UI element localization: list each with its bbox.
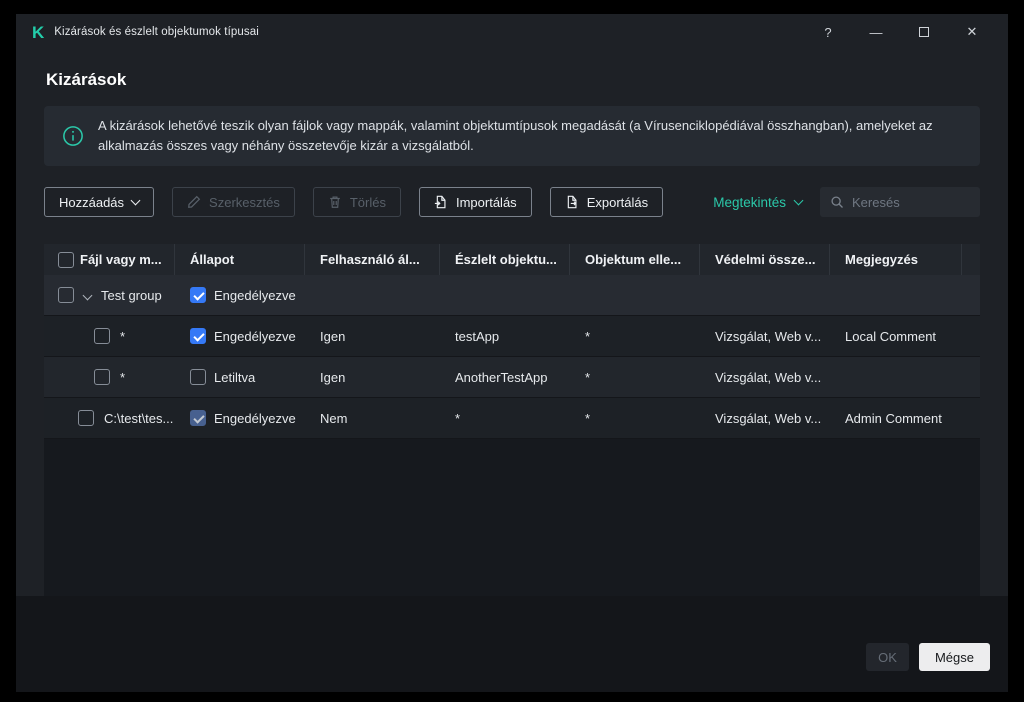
chevron-down-icon[interactable] xyxy=(82,290,93,301)
row-checkbox[interactable] xyxy=(94,369,110,386)
cancel-button[interactable]: Mégse xyxy=(918,643,990,672)
toolbar: Hozzáadás Szerkesztés Törlés Importálás … xyxy=(44,187,980,218)
export-icon xyxy=(567,196,577,209)
info-banner: A kizárások lehetővé teszik olyan fájlok… xyxy=(44,106,980,167)
status-label: Engedélyezve xyxy=(214,328,296,344)
window-title: Kizárások és észlelt objektumok típusai xyxy=(54,26,259,38)
file-cell: * xyxy=(120,328,126,344)
user-cell: Igen xyxy=(320,369,346,385)
dialog-content: Kizárások A kizárások lehetővé teszik ol… xyxy=(16,50,1008,597)
status-label: Letiltva xyxy=(214,369,256,385)
table-row-group[interactable]: Test group Engedélyezve xyxy=(44,275,980,317)
column-header-object-check[interactable]: Objektum elle... xyxy=(570,244,700,276)
row-checkbox[interactable] xyxy=(94,328,110,345)
table-row[interactable]: * Letiltva Igen AnotherTestApp * Vizsgál… xyxy=(44,357,980,399)
protection-cell: Vizsgálat, Web v... xyxy=(715,369,822,385)
title-bar: K Kizárások és észlelt objektumok típusa… xyxy=(16,14,1008,50)
column-header-file[interactable]: Fájl vagy m... xyxy=(80,252,162,267)
exclusions-table: Fájl vagy m... Állapot Felhasználó ál...… xyxy=(44,244,980,597)
export-button[interactable]: Exportálás xyxy=(549,187,664,218)
search-input[interactable] xyxy=(852,194,970,210)
user-cell: Igen xyxy=(320,328,346,344)
dialog-window: K Kizárások és észlelt objektumok típusa… xyxy=(16,14,1008,693)
table-row[interactable]: C:\test\tes... Engedélyezve Nem * * Vizs… xyxy=(44,398,980,440)
search-box[interactable] xyxy=(820,187,980,218)
status-checkbox[interactable] xyxy=(190,410,206,427)
chevron-down-icon xyxy=(793,195,804,206)
help-button[interactable]: ? xyxy=(804,14,852,50)
object-cell: AnotherTestApp xyxy=(455,369,548,385)
table-header: Fájl vagy m... Állapot Felhasználó ál...… xyxy=(44,244,980,276)
column-header-filler xyxy=(962,244,980,275)
maximize-button[interactable] xyxy=(900,14,948,50)
close-button[interactable]: ✕ xyxy=(948,14,996,50)
ok-button[interactable]: OK xyxy=(866,643,909,672)
import-button[interactable]: Importálás xyxy=(418,187,532,218)
column-header-comment[interactable]: Megjegyzés xyxy=(830,244,962,276)
table-empty-area xyxy=(44,439,980,597)
row-checkbox[interactable] xyxy=(58,287,74,304)
object-check-cell: * xyxy=(585,328,591,344)
user-cell: Nem xyxy=(320,410,348,426)
edit-button-label: Szerkesztés xyxy=(209,194,280,210)
status-checkbox[interactable] xyxy=(190,287,206,304)
object-check-cell: * xyxy=(585,369,591,385)
chevron-down-icon xyxy=(130,195,141,206)
status-checkbox[interactable] xyxy=(190,369,206,386)
search-icon xyxy=(831,196,843,209)
column-header-object[interactable]: Észlelt objektu... xyxy=(440,244,570,276)
column-header-user[interactable]: Felhasználó ál... xyxy=(305,244,440,276)
group-name: Test group xyxy=(101,287,162,303)
protection-cell: Vizsgálat, Web v... xyxy=(715,410,822,426)
info-icon xyxy=(62,125,84,147)
trash-icon xyxy=(330,196,340,209)
select-all-checkbox[interactable] xyxy=(58,251,74,268)
protection-cell: Vizsgálat, Web v... xyxy=(715,328,822,344)
edit-button[interactable]: Szerkesztés xyxy=(172,187,295,218)
delete-button[interactable]: Törlés xyxy=(312,187,401,218)
import-button-label: Importálás xyxy=(455,194,517,210)
page-title: Kizárások xyxy=(46,70,127,89)
info-banner-text: A kizárások lehetővé teszik olyan fájlok… xyxy=(98,118,933,154)
file-cell: C:\test\tes... xyxy=(104,410,174,426)
row-checkbox[interactable] xyxy=(78,410,94,427)
add-button[interactable]: Hozzáadás xyxy=(44,187,155,218)
object-check-cell: * xyxy=(585,410,591,426)
comment-cell: Local Comment xyxy=(845,328,937,344)
window-controls: ? — ✕ xyxy=(804,14,996,50)
view-menu[interactable]: Megtekintés xyxy=(713,194,804,210)
column-header-status[interactable]: Állapot xyxy=(175,244,305,276)
delete-button-label: Törlés xyxy=(349,194,386,210)
status-checkbox[interactable] xyxy=(190,328,206,345)
comment-cell xyxy=(830,357,962,397)
file-cell: * xyxy=(120,369,126,385)
comment-cell: Admin Comment xyxy=(845,410,942,426)
add-button-label: Hozzáadás xyxy=(59,194,125,210)
object-cell: * xyxy=(455,410,461,426)
status-label: Engedélyezve xyxy=(214,287,296,303)
table-row[interactable]: * Engedélyezve Igen testApp * Vizsgálat,… xyxy=(44,316,980,358)
import-icon xyxy=(434,196,446,209)
pencil-icon xyxy=(188,196,201,209)
status-label: Engedélyezve xyxy=(214,410,296,426)
export-button-label: Exportálás xyxy=(586,194,649,210)
object-cell: testApp xyxy=(455,328,500,344)
kaspersky-logo-icon: K xyxy=(32,22,45,42)
minimize-button[interactable]: — xyxy=(852,14,900,50)
dialog-footer: OK Mégse xyxy=(16,596,1008,693)
view-menu-label: Megtekintés xyxy=(713,194,786,210)
column-header-protection[interactable]: Védelmi össze... xyxy=(700,244,830,276)
maximize-icon xyxy=(919,27,929,37)
